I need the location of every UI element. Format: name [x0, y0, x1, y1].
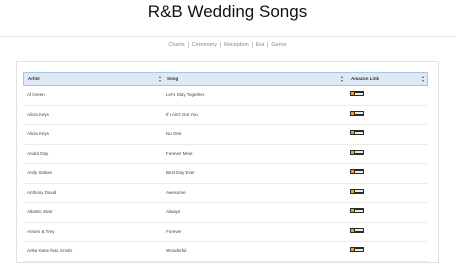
cell-artist: Anthony David [27, 189, 57, 195]
header-song[interactable]: Song [167, 73, 178, 85]
table-row: Anthony David Awesome [23, 184, 428, 203]
amazon-logo-text [355, 92, 363, 95]
table-row: Atlantic Starr Always [23, 203, 428, 223]
category-nav: Charts Ceremony Reception Era Genre [0, 42, 455, 48]
cell-song: If I Ain't Got You [166, 111, 198, 117]
cell-song: Forever [166, 228, 182, 234]
cell-song: No One [166, 131, 182, 136]
amazon-logo-mark [351, 111, 354, 115]
cell-song: Wonderful [166, 248, 187, 253]
header-amazon-link[interactable]: Amazon Link [351, 73, 379, 85]
table-row: Al Green Let's Stay Together [23, 86, 428, 106]
amazon-logo-mark [351, 248, 354, 251]
amazon-logo-text [355, 151, 363, 153]
amazon-logo-mark [351, 228, 354, 232]
amazon-logo-text [355, 190, 363, 192]
cell-artist: Atlantic Starr [27, 209, 53, 214]
amazon-logo-text [355, 229, 363, 231]
nav-item-reception[interactable]: Reception [221, 42, 252, 48]
page-title: R&B Wedding Songs [147, 2, 308, 21]
amazon-logo-text [355, 170, 363, 173]
cell-song: Always [166, 209, 181, 214]
table-row: Andra Day Forever Mine [23, 145, 428, 164]
cell-artist: Andy Stokes [27, 170, 53, 175]
amazon-buy-icon[interactable] [350, 247, 364, 252]
amazon-logo-text [355, 248, 363, 251]
amazon-logo-text [355, 131, 363, 134]
amazon-logo-text [355, 209, 363, 212]
amazon-buy-icon[interactable] [350, 91, 364, 96]
nav-item-ceremony[interactable]: Ceremony [189, 42, 220, 48]
sort-icon[interactable] [159, 76, 162, 82]
nav-item-charts[interactable]: Charts [165, 42, 187, 48]
cell-artist: Arika Kane feat. Kmxlz [27, 248, 73, 253]
table-header: Artist Song Amazon Link [23, 72, 428, 86]
table-row: Andy Stokes Best Day Ever [23, 164, 428, 184]
table-row: Arrsen & Trey Forever [23, 223, 428, 242]
nav-item-era[interactable]: Era [253, 42, 268, 48]
cell-song: Let's Stay Together [166, 92, 205, 97]
sort-icon[interactable] [422, 76, 425, 82]
amazon-buy-icon[interactable] [350, 227, 364, 233]
songs-panel: Artist Song Amazon Link Al Green Let's St… [16, 61, 439, 263]
amazon-logo-mark [351, 170, 354, 173]
amazon-buy-icon[interactable] [350, 110, 364, 116]
amazon-buy-icon[interactable] [350, 149, 364, 155]
cell-song: Best Day Ever [166, 170, 195, 175]
amazon-logo-text [355, 112, 363, 114]
amazon-logo-mark [351, 209, 354, 212]
amazon-logo-mark [351, 92, 354, 95]
cell-song: Awesome [166, 189, 186, 195]
table-row: Alicia Keys If I Ain't Got You [23, 106, 428, 125]
amazon-logo-mark [351, 189, 354, 193]
cell-artist: Alicia Keys [27, 111, 50, 117]
songs-table: Artist Song Amazon Link Al Green Let's St… [23, 72, 428, 262]
table-body: Al Green Let's Stay Together Alicia Keys If… [23, 86, 428, 262]
cell-song: Forever Mine [166, 150, 193, 156]
amazon-logo-mark [351, 150, 354, 154]
header-divider [0, 36, 455, 37]
amazon-buy-icon[interactable] [350, 208, 364, 213]
cell-artist: Arrsen & Trey [27, 228, 55, 234]
table-row: Arika Kane feat. Kmxlz Wonderful [23, 242, 428, 262]
amazon-logo-mark [351, 131, 354, 134]
table-row: Alicia Keys No One [23, 125, 428, 145]
amazon-buy-icon[interactable] [350, 130, 364, 135]
cell-artist: Al Green [27, 92, 45, 97]
amazon-buy-icon[interactable] [350, 188, 364, 194]
cell-artist: Alicia Keys [27, 131, 50, 136]
sort-icon[interactable] [341, 76, 344, 82]
amazon-buy-icon[interactable] [350, 169, 364, 174]
header-artist[interactable]: Artist [28, 73, 40, 85]
nav-item-genre[interactable]: Genre [268, 42, 289, 48]
cell-artist: Andra Day [27, 150, 49, 156]
